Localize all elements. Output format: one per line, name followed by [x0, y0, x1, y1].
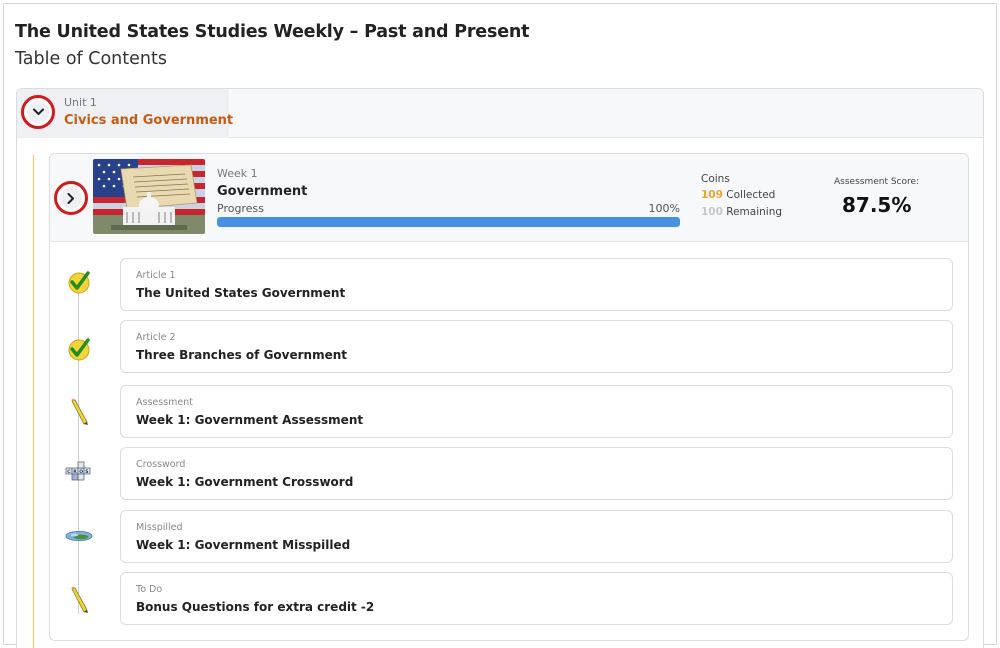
assessment-score-value: 87.5% — [842, 193, 912, 217]
pencil-icon — [65, 398, 93, 426]
item-title: The United States Government — [136, 286, 346, 300]
items-timeline-line — [78, 274, 79, 614]
chevron-right-icon — [60, 187, 82, 209]
list-item-assessment[interactable]: Assessment Week 1: Government Assessment — [120, 385, 953, 438]
svg-text:S: S — [85, 469, 88, 475]
coins-title: Coins — [701, 173, 730, 185]
progress-bar — [217, 217, 680, 227]
book-title: The United States Studies Weekly – Past … — [15, 22, 530, 42]
unit-header[interactable]: Unit 1 Civics and Government — [17, 89, 983, 138]
unit-card: Unit 1 Civics and Government Week 1 Gove… — [16, 88, 984, 648]
assessment-score-label: Assessment Score: — [834, 177, 920, 187]
coins-collected: 109 Collected — [701, 189, 775, 201]
week-label: Week 1 — [217, 167, 258, 180]
item-title: Bonus Questions for extra credit -2 — [136, 600, 375, 614]
chevron-down-icon — [27, 101, 49, 123]
item-type-label: To Do — [136, 584, 163, 595]
svg-text:O: O — [79, 469, 83, 475]
item-type-label: Assessment — [136, 397, 193, 408]
unit-collapse-button[interactable] — [21, 95, 55, 129]
coins-remaining: 100 Remaining — [701, 206, 782, 218]
list-item-todo[interactable]: To Do Bonus Questions for extra credit -… — [120, 572, 953, 625]
coins-remaining-label: Remaining — [726, 206, 783, 218]
week-expand-button[interactable] — [54, 181, 88, 215]
progress-label: Progress — [217, 202, 264, 215]
checkmark-icon — [65, 268, 93, 296]
pencil-icon — [65, 586, 93, 614]
week-name: Government — [217, 184, 308, 199]
coins-collected-value: 109 — [701, 189, 723, 201]
coins-remaining-value: 100 — [701, 206, 723, 218]
item-title: Week 1: Government Misspilled — [136, 538, 351, 552]
list-item-article-2[interactable]: Article 2 Three Branches of Government — [120, 320, 953, 373]
item-type-label: Article 2 — [136, 332, 176, 343]
unit-name: Civics and Government — [64, 113, 234, 128]
item-type-label: Article 1 — [136, 270, 176, 281]
crossword-icon: CROS — [65, 459, 93, 487]
progress-percent: 100% — [648, 202, 680, 215]
toc-title: Table of Contents — [15, 49, 167, 69]
item-title: Week 1: Government Crossword — [136, 475, 354, 489]
progress-bar-fill — [217, 217, 680, 227]
svg-text:R: R — [73, 469, 77, 475]
list-item-misspilled[interactable]: Misspilled Week 1: Government Misspilled — [120, 510, 953, 563]
item-type-label: Crossword — [136, 459, 186, 470]
list-item-article-1[interactable]: Article 1 The United States Government — [120, 258, 953, 311]
week-header[interactable]: Week 1 Government Progress 100% Coins 10… — [50, 154, 968, 242]
misspilled-icon — [65, 522, 93, 550]
item-type-label: Misspilled — [136, 522, 183, 533]
week-thumbnail-image — [93, 159, 205, 234]
item-title: Week 1: Government Assessment — [136, 413, 364, 427]
unit-timeline-line — [33, 155, 34, 648]
unit-label: Unit 1 — [64, 96, 97, 109]
list-item-crossword[interactable]: Crossword Week 1: Government Crossword — [120, 447, 953, 500]
checkmark-icon — [65, 335, 93, 363]
week-card: Week 1 Government Progress 100% Coins 10… — [49, 153, 969, 641]
item-title: Three Branches of Government — [136, 348, 348, 362]
coins-collected-label: Collected — [726, 189, 776, 201]
